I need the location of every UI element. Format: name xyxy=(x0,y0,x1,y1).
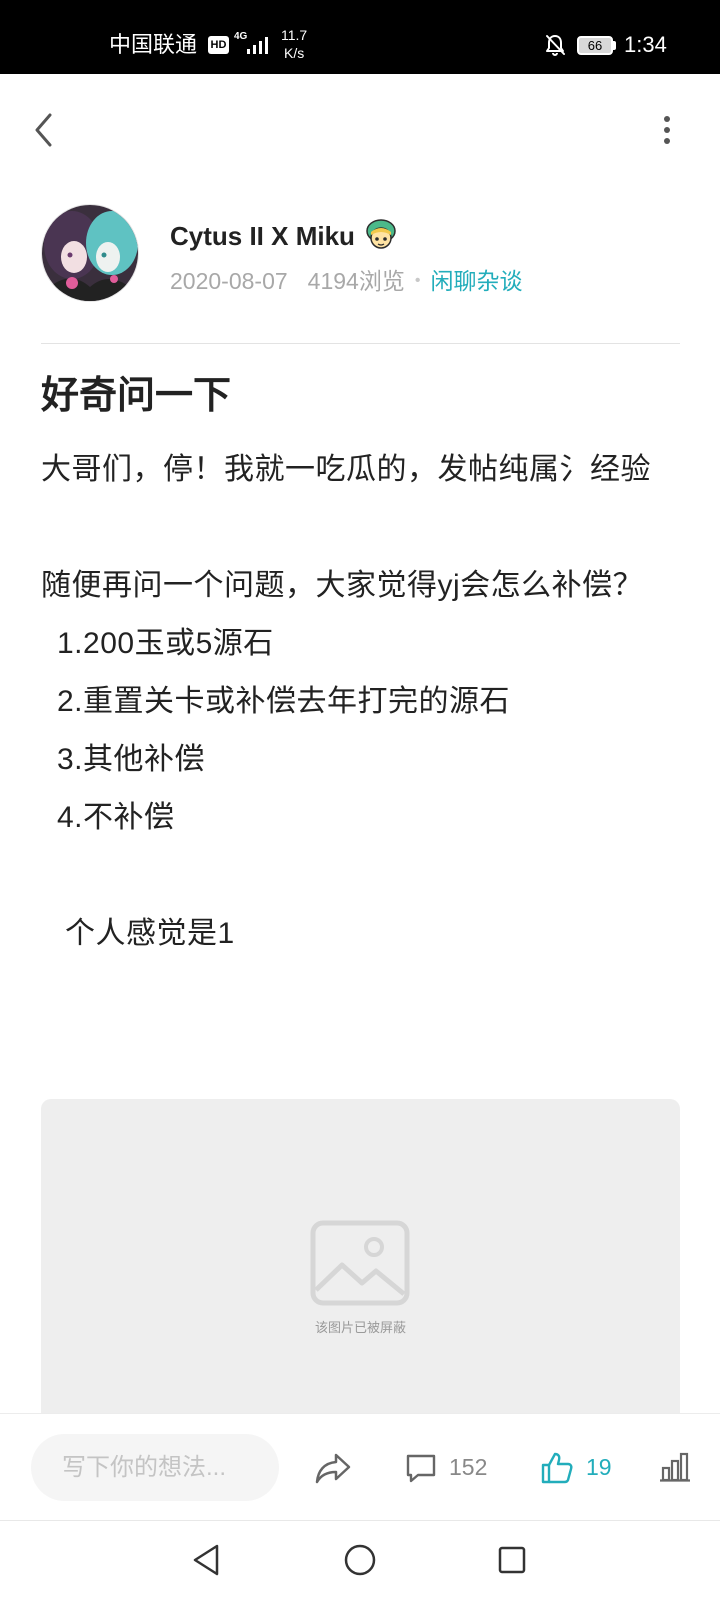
avatar[interactable] xyxy=(41,204,139,302)
square-recents-icon xyxy=(498,1546,526,1574)
comment-icon xyxy=(406,1454,436,1482)
system-recents-button[interactable] xyxy=(497,1545,527,1580)
post-title: 好奇问一下 xyxy=(41,375,232,417)
signal-icon xyxy=(246,36,270,59)
system-back-button[interactable] xyxy=(190,1543,222,1582)
circle-home-icon xyxy=(344,1544,376,1576)
net-speed-value: 11.7 xyxy=(281,27,308,43)
like-count: 19 xyxy=(586,1454,612,1480)
like-button[interactable]: 19 xyxy=(540,1434,612,1501)
comment-count: 152 xyxy=(449,1454,488,1480)
image-caption: 该图片已被屏蔽 xyxy=(314,1320,406,1335)
share-button[interactable] xyxy=(313,1450,353,1491)
bell-off-icon xyxy=(544,33,566,62)
status-bar: 中国联通 HD 4G 11.7 K/s 66 1:34 xyxy=(0,0,720,74)
post-line: 1.200玉或5源石 xyxy=(57,627,274,660)
post-date: 2020-08-07 xyxy=(170,268,288,294)
share-icon xyxy=(315,1453,351,1484)
post-meta: 2020-08-07 4194浏览 • 闲聊杂谈 xyxy=(170,265,522,297)
thumbs-up-icon xyxy=(541,1452,573,1483)
back-button[interactable] xyxy=(30,110,58,150)
post-line: 随便再问一个问题，大家觉得yj会怎么补偿？ xyxy=(41,569,644,602)
post-line: 2.重置关卡或补偿去年打完的源石 xyxy=(57,685,511,718)
post-line: 3.其他补偿 xyxy=(57,743,206,776)
meta-separator: • xyxy=(414,272,421,289)
author-name[interactable]: Cytus II X Miku xyxy=(170,219,355,253)
triangle-back-icon xyxy=(193,1544,219,1576)
system-nav-bar xyxy=(0,1520,720,1600)
bar-chart-icon xyxy=(660,1452,690,1482)
hd-badge-icon: HD xyxy=(208,36,229,54)
user-badge-icon xyxy=(364,218,398,257)
clock: 1:34 xyxy=(624,32,667,57)
post-line: 4.不补偿 xyxy=(57,801,175,834)
divider xyxy=(41,343,680,344)
carrier-label: 中国联通 xyxy=(109,32,198,57)
post-body: 大哥们，停！我就一吃瓜的，发帖纯属氵经验 随便再问一个问题，大家觉得yj会怎么补… xyxy=(41,441,680,963)
chevron-left-icon xyxy=(35,113,52,147)
post-line: 个人感觉是1 xyxy=(65,917,235,950)
net-speed-unit: K/s xyxy=(284,45,305,61)
more-options-button[interactable] xyxy=(655,112,679,148)
category-link[interactable]: 闲聊杂谈 xyxy=(430,265,522,297)
battery-icon: 66 xyxy=(577,36,613,55)
blocked-image[interactable]: 该图片已被屏蔽 xyxy=(41,1099,680,1439)
system-home-button[interactable] xyxy=(343,1543,377,1582)
stats-button[interactable] xyxy=(658,1451,692,1488)
action-bar: 152 19 xyxy=(0,1413,720,1520)
battery-tip xyxy=(613,41,616,50)
more-vertical-icon xyxy=(664,116,670,144)
comment-input[interactable] xyxy=(31,1434,279,1501)
comment-button[interactable]: 152 xyxy=(404,1434,487,1501)
image-placeholder-icon xyxy=(310,1220,410,1306)
view-count: 4194浏览 xyxy=(307,268,405,294)
post-line: 大哥们，停！我就一吃瓜的，发帖纯属氵经验 xyxy=(41,453,651,486)
